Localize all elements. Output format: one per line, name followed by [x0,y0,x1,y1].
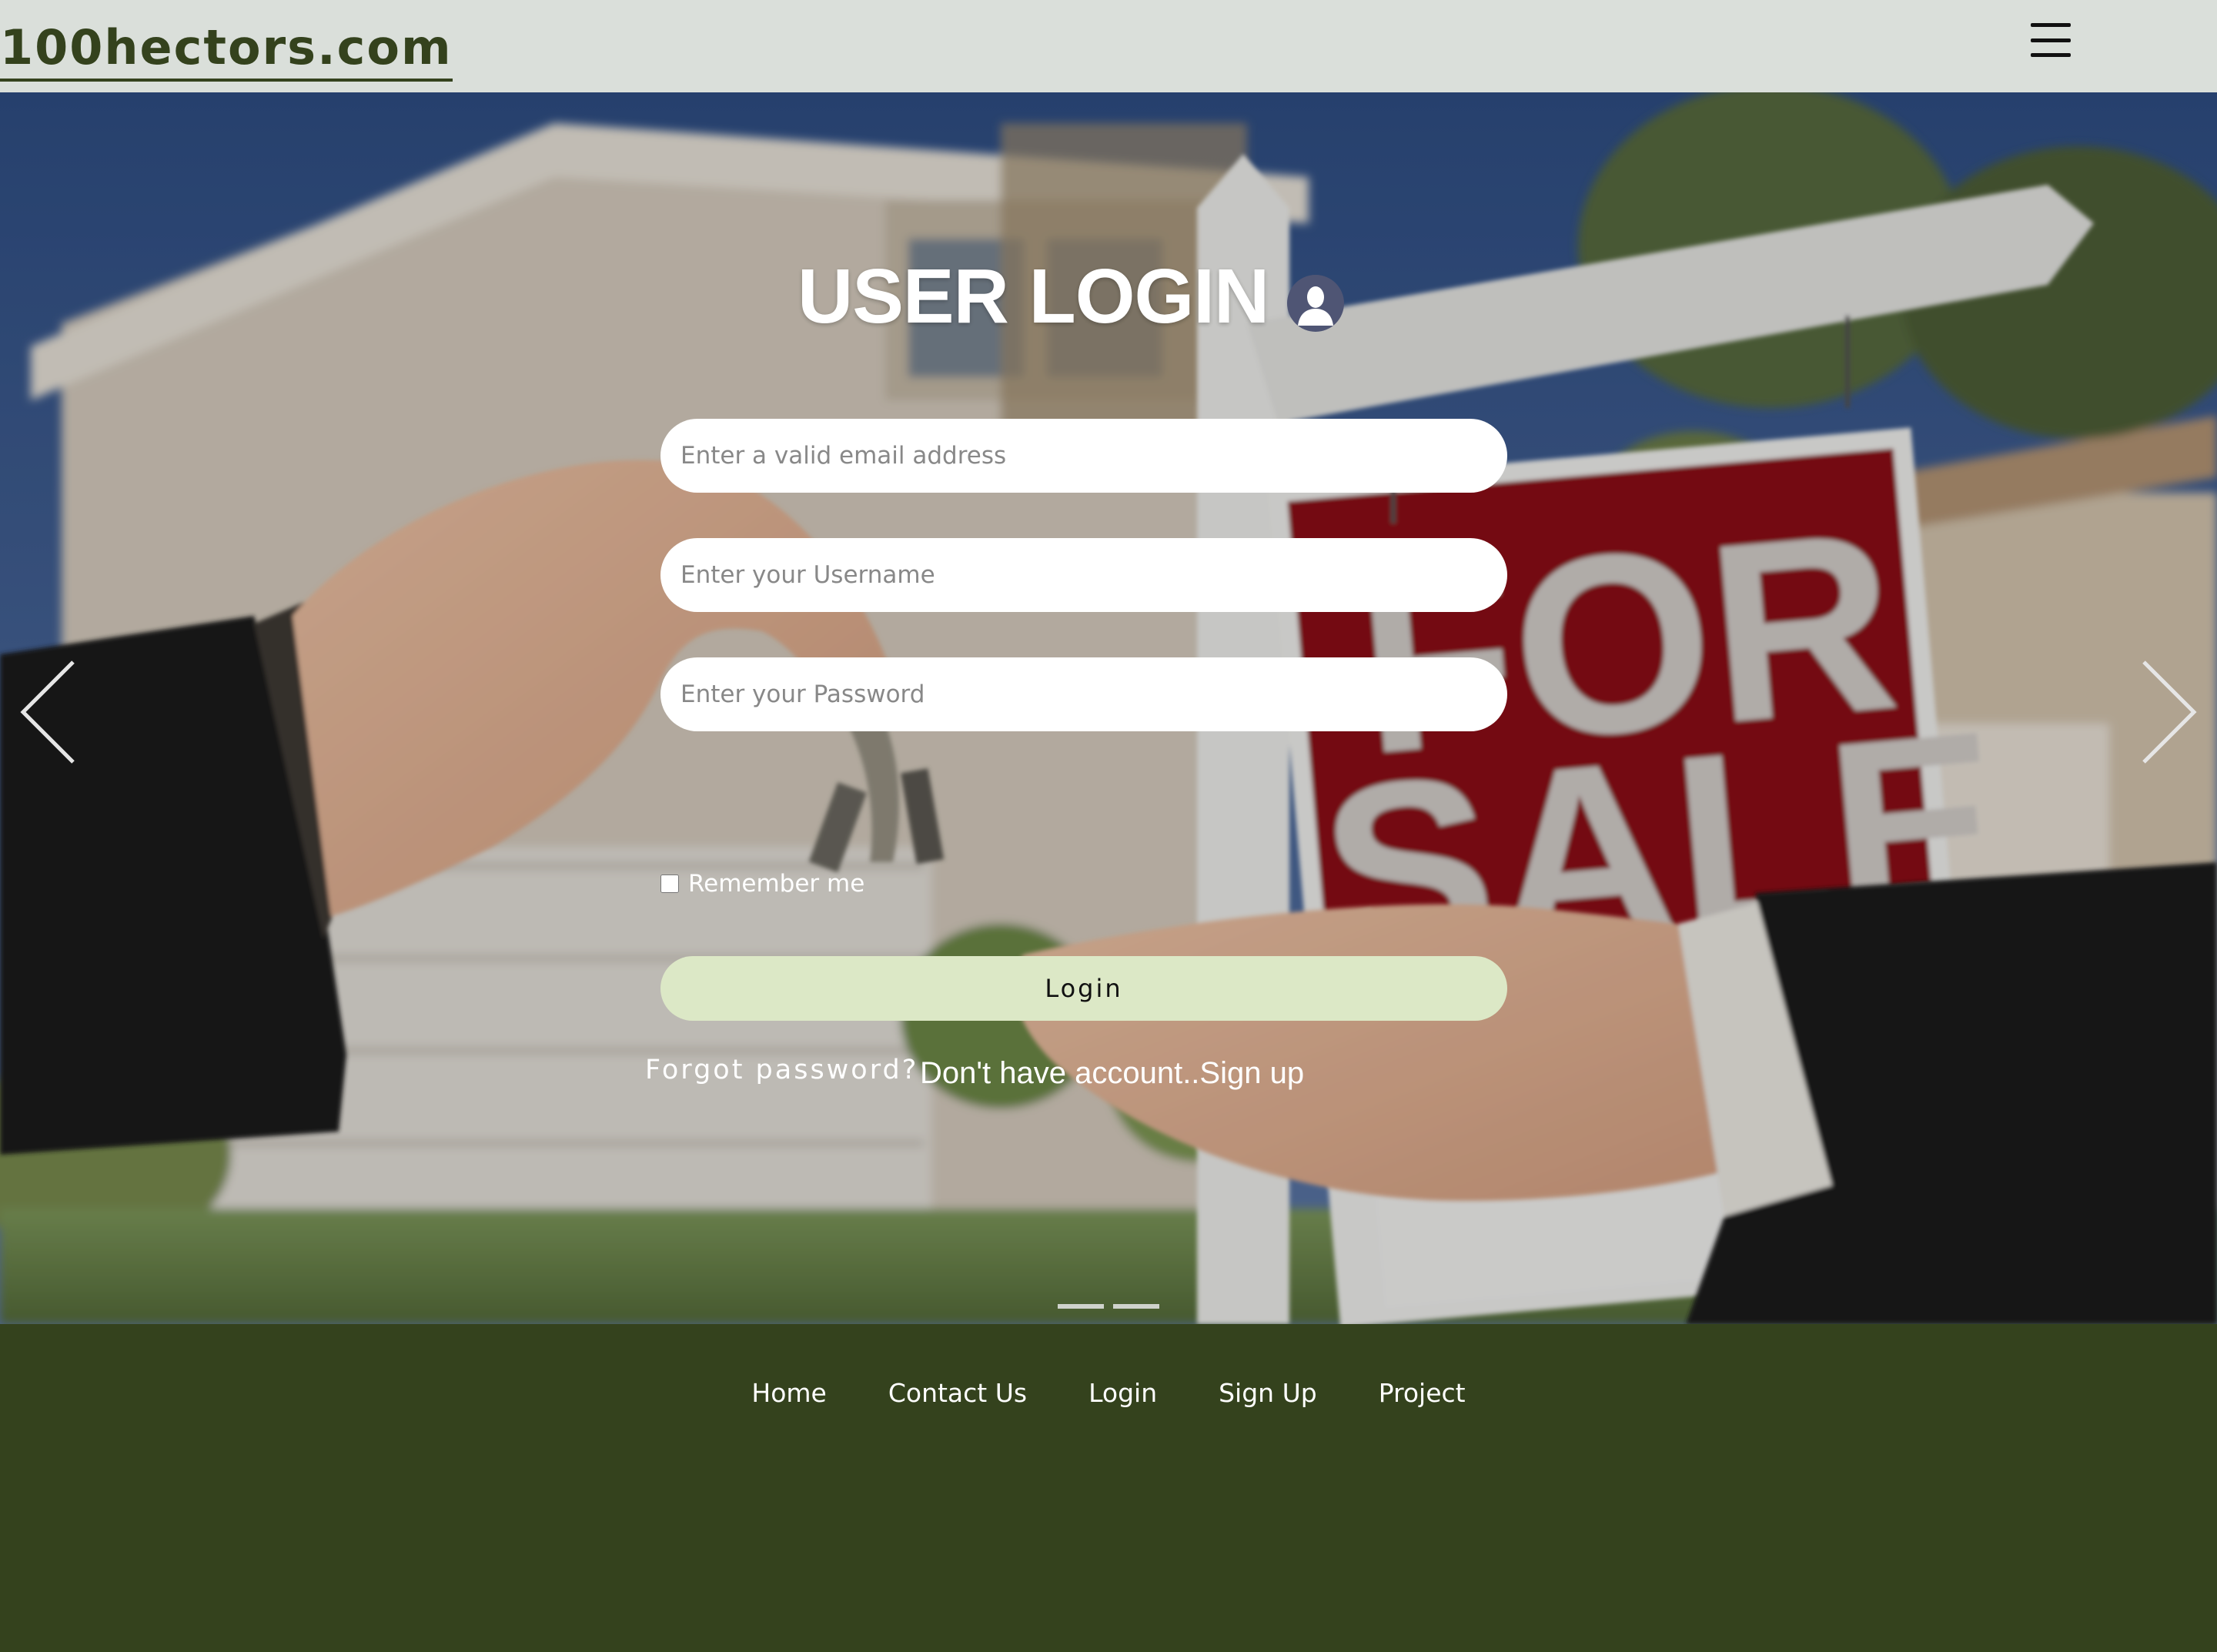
carousel-indicator[interactable] [1113,1304,1159,1309]
chevron-left-icon[interactable] [15,654,85,770]
footer-link-home[interactable]: Home [751,1378,826,1408]
top-navbar: 100hectors.com [0,0,2217,92]
hamburger-bar [2031,53,2071,57]
footer: Home Contact Us Login Sign Up Project [0,1324,2217,1652]
footer-link-sign-up[interactable]: Sign Up [1219,1378,1317,1408]
email-field[interactable] [660,419,1507,493]
footer-link-login[interactable]: Login [1088,1378,1157,1408]
login-button[interactable]: Login [660,956,1507,1021]
hamburger-menu-icon[interactable] [2031,22,2071,59]
carousel-indicator[interactable] [1058,1304,1104,1309]
page-title: USER LOGIN [798,252,1269,339]
carousel-indicators [1058,1304,1159,1309]
footer-link-contact-us[interactable]: Contact Us [888,1378,1027,1408]
hamburger-bar [2031,23,2071,27]
footer-nav: Home Contact Us Login Sign Up Project [0,1378,2217,1408]
signup-link[interactable]: Don't have account..Sign up [920,1056,1304,1091]
password-field[interactable] [660,657,1507,731]
remember-me-row[interactable]: Remember me [660,870,864,898]
chevron-right-icon[interactable] [2132,654,2202,770]
username-field[interactable] [660,538,1507,612]
remember-me-label: Remember me [688,870,865,898]
brand-logo-link[interactable]: 100hectors.com [0,17,453,82]
login-title-row: USER LOGIN [798,239,1345,354]
hamburger-bar [2031,38,2071,42]
footer-link-project[interactable]: Project [1379,1378,1466,1408]
forgot-password-link[interactable]: Forgot password? [645,1055,918,1085]
remember-me-checkbox[interactable] [660,874,679,893]
user-avatar-icon [1287,275,1345,332]
